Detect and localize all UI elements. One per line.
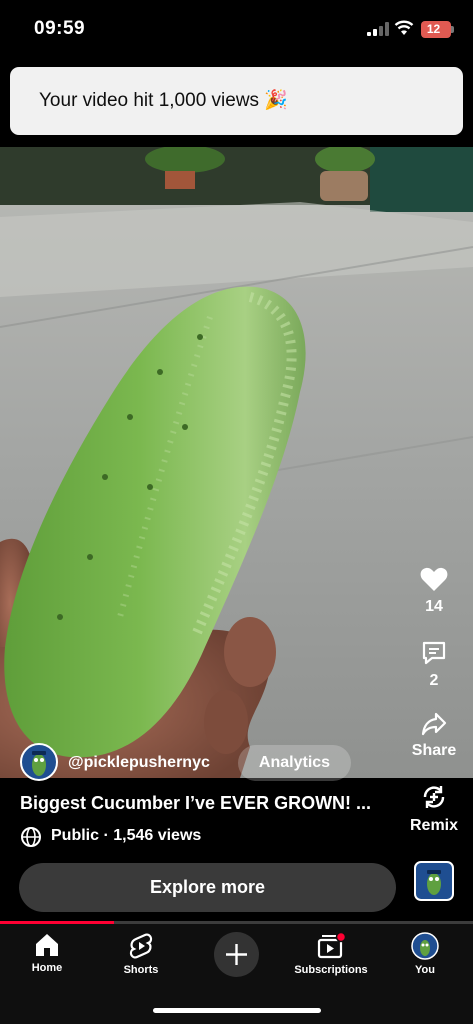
create-button[interactable] <box>214 932 259 977</box>
remix-button[interactable]: Remix <box>404 783 464 835</box>
visibility-and-views[interactable]: Public · 1,546 views <box>51 827 201 845</box>
remix-label: Remix <box>409 817 459 834</box>
comments-button[interactable]: 2 <box>404 640 464 690</box>
share-button[interactable]: Share <box>404 712 464 760</box>
toast-message: Your video hit 1,000 views 🎉 <box>39 90 288 111</box>
pickle-mascot-icon <box>427 870 441 895</box>
like-count: 14 <box>425 598 443 615</box>
home-indicator <box>153 1008 321 1013</box>
cellular-signal-icon <box>367 22 389 36</box>
comment-icon <box>422 641 446 665</box>
like-button[interactable]: 14 <box>404 566 464 616</box>
channel-avatar[interactable] <box>20 743 58 781</box>
pickle-mascot-icon <box>32 751 46 776</box>
video-title[interactable]: Biggest Cucumber I’ve EVER GROWN! ... <box>20 793 400 814</box>
shorts-icon <box>129 933 153 959</box>
subscriptions-icon <box>317 932 346 959</box>
nav-you[interactable]: You <box>400 932 450 976</box>
status-time: 09:59 <box>34 18 86 39</box>
video-player[interactable] <box>0 147 473 778</box>
share-icon <box>421 712 447 736</box>
nav-home-label: Home <box>31 962 63 974</box>
video-frame-image <box>0 147 473 778</box>
nav-subscriptions[interactable]: Subscriptions <box>285 932 377 976</box>
status-bar: 09:59 12 <box>0 0 473 60</box>
views-milestone-toast[interactable]: Your video hit 1,000 views 🎉 <box>10 67 463 135</box>
share-label: Share <box>411 742 457 759</box>
nav-shorts-label: Shorts <box>123 964 159 976</box>
globe-icon <box>21 827 41 847</box>
bottom-nav: Home Shorts Subscriptions You <box>0 924 473 1024</box>
sound-thumbnail[interactable] <box>414 861 454 901</box>
heart-icon <box>420 567 448 591</box>
nav-subscriptions-label: Subscriptions <box>294 964 368 976</box>
remix-icon <box>423 786 445 808</box>
plus-icon <box>226 944 247 965</box>
nav-shorts[interactable]: Shorts <box>111 932 171 976</box>
comment-count: 2 <box>429 672 439 689</box>
wifi-icon <box>394 20 414 35</box>
battery-level: 12 <box>426 22 441 36</box>
battery-cap <box>451 26 454 33</box>
channel-handle[interactable]: @picklepushernyc <box>68 754 210 772</box>
battery-icon: 12 <box>421 21 451 38</box>
nav-you-label: You <box>415 964 435 976</box>
nav-home[interactable]: Home <box>22 932 72 974</box>
profile-avatar-icon <box>411 932 439 960</box>
home-icon <box>36 934 58 956</box>
analytics-button[interactable]: Analytics <box>238 745 351 781</box>
explore-more-button[interactable]: Explore more <box>19 863 396 912</box>
